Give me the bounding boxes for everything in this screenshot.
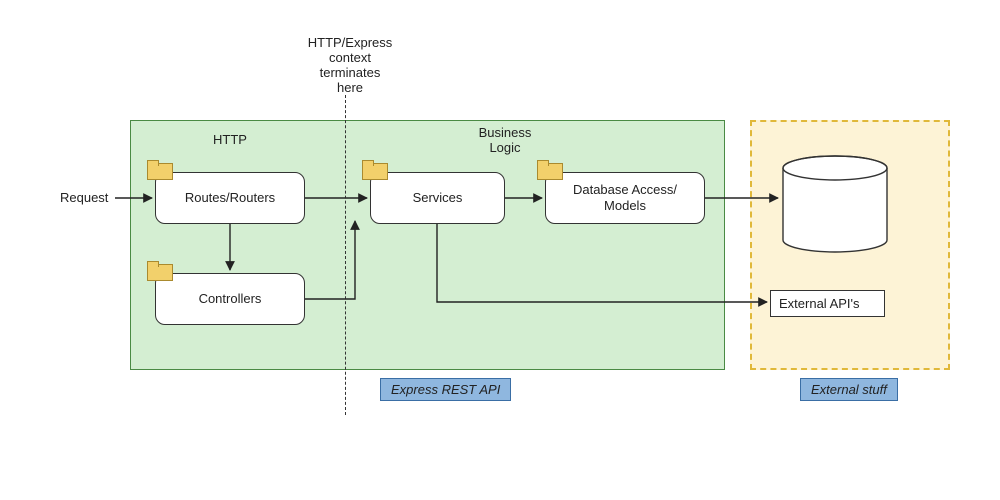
controllers-node: Controllers: [155, 273, 305, 325]
folder-icon: [537, 160, 563, 180]
folder-icon: [147, 261, 173, 281]
context-note: HTTP/Expresscontextterminateshere: [290, 36, 410, 96]
routes-label: Routes/Routers: [185, 190, 275, 206]
external-region-label: External stuff: [800, 378, 898, 401]
http-heading: HTTP: [200, 133, 260, 148]
context-divider: [345, 95, 346, 415]
folder-icon: [362, 160, 388, 180]
controllers-label: Controllers: [199, 291, 262, 307]
external-api-label: External API's: [779, 296, 860, 311]
routes-node: Routes/Routers: [155, 172, 305, 224]
request-label: Request: [60, 191, 120, 206]
database-label: Database/PersistentStorage: [785, 180, 885, 242]
external-api-node: External API's: [770, 290, 885, 317]
services-label: Services: [413, 190, 463, 206]
folder-icon: [147, 160, 173, 180]
express-api-region-label: Express REST API: [380, 378, 511, 401]
dal-node: Database Access/Models: [545, 172, 705, 224]
services-node: Services: [370, 172, 505, 224]
business-heading: BusinessLogic: [465, 126, 545, 156]
architecture-diagram: HTTP/Expresscontextterminateshere HTTP B…: [0, 0, 1000, 500]
dal-label: Database Access/Models: [573, 182, 677, 213]
external-zone: [750, 120, 950, 370]
express-api-zone: [130, 120, 725, 370]
